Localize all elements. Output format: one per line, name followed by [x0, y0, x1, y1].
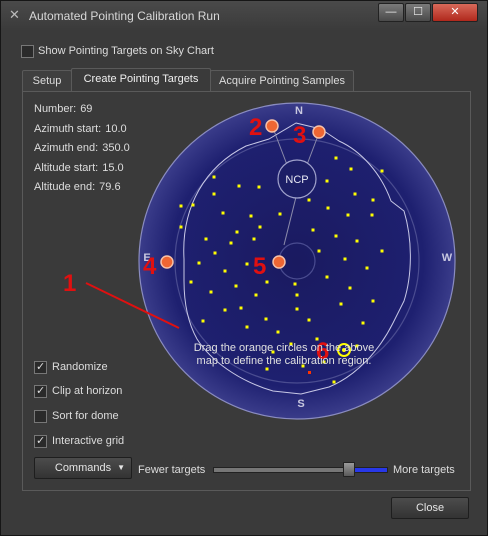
- target-point: [355, 239, 359, 243]
- target-point: [311, 228, 315, 232]
- target-point: [209, 290, 213, 294]
- calibration-window: ✕ Automated Pointing Calibration Run — ☐…: [0, 0, 488, 536]
- target-point: [265, 280, 269, 284]
- target-point: [197, 261, 201, 265]
- target-point: [179, 204, 183, 208]
- altitude-start-handle[interactable]: [160, 255, 174, 269]
- target-point: [346, 213, 350, 217]
- compass-north: N: [295, 105, 303, 117]
- target-point: [361, 321, 365, 325]
- target-point: [212, 175, 216, 179]
- compass-south: S: [297, 398, 304, 410]
- slider-handle[interactable]: [342, 462, 355, 477]
- target-point: [239, 306, 243, 310]
- compass-west: W: [442, 252, 453, 264]
- altitude-end-handle[interactable]: [272, 255, 286, 269]
- target-point: [307, 318, 311, 322]
- hint-text: Drag the orange circles on the above map…: [193, 342, 375, 367]
- commands-label: Commands: [54, 462, 112, 474]
- target-point: [235, 230, 239, 234]
- target-point: [349, 167, 353, 171]
- sort-for-dome-label[interactable]: Sort for dome: [52, 410, 119, 422]
- annotation-1: 1: [63, 270, 76, 297]
- target-point: [332, 380, 336, 384]
- target-point: [179, 225, 183, 229]
- target-point: [334, 234, 338, 238]
- target-point: [348, 286, 352, 290]
- randomize-label[interactable]: Randomize: [52, 361, 108, 373]
- target-point: [221, 211, 225, 215]
- target-point: [278, 212, 282, 216]
- checkmark-icon: ✓: [36, 435, 46, 447]
- more-targets-label: More targets: [393, 464, 455, 476]
- target-point: [245, 325, 249, 329]
- dropdown-arrow-icon: ▼: [117, 463, 125, 472]
- target-point: [371, 198, 375, 202]
- target-point: [257, 185, 261, 189]
- target-point: [380, 249, 384, 253]
- close-button[interactable]: Close: [391, 497, 469, 519]
- target-point: [325, 179, 329, 183]
- sky-disc: [139, 103, 455, 419]
- target-point: [258, 225, 262, 229]
- annotation-4: 4: [143, 253, 157, 280]
- fewer-targets-label: Fewer targets: [138, 464, 206, 476]
- target-point: [212, 192, 216, 196]
- target-density-slider[interactable]: [213, 467, 388, 473]
- target-point: [334, 156, 338, 160]
- target-point: [249, 214, 253, 218]
- annotation-3: 3: [293, 122, 306, 149]
- target-point: [234, 284, 238, 288]
- target-point: [325, 275, 329, 279]
- target-point: [245, 262, 249, 266]
- target-point: [254, 293, 258, 297]
- target-point: [229, 241, 233, 245]
- target-point: [223, 308, 227, 312]
- target-point: [326, 206, 330, 210]
- target-point: [371, 299, 375, 303]
- target-point: [213, 251, 217, 255]
- sky-map[interactable]: NCP N S E W 1 2 3 4 5 6: [1, 1, 487, 535]
- ncp-label: NCP: [285, 174, 308, 186]
- target-point: [264, 317, 268, 321]
- target-point: [339, 302, 343, 306]
- target-point: [201, 319, 205, 323]
- target-point: [295, 307, 299, 311]
- target-point: [365, 266, 369, 270]
- randomize-checkbox[interactable]: ✓: [34, 361, 47, 374]
- interactive-grid-label[interactable]: Interactive grid: [52, 435, 124, 447]
- target-point: [295, 293, 299, 297]
- target-point: [189, 280, 193, 284]
- target-point: [293, 282, 297, 286]
- interactive-grid-checkbox[interactable]: ✓: [34, 435, 47, 448]
- commands-button[interactable]: Commands ▼: [34, 457, 132, 479]
- target-point: [204, 237, 208, 241]
- target-point: [237, 184, 241, 188]
- annotation-5: 5: [253, 253, 266, 280]
- azimuth-end-handle[interactable]: [312, 125, 326, 139]
- sort-for-dome-checkbox[interactable]: [34, 410, 47, 423]
- annotation-2: 2: [249, 114, 262, 141]
- target-point: [307, 198, 311, 202]
- target-point: [191, 203, 195, 207]
- target-point: [252, 237, 256, 241]
- target-point: [370, 213, 374, 217]
- clip-at-horizon-checkbox[interactable]: ✓: [34, 385, 47, 398]
- target-point: [223, 269, 227, 273]
- slider-fill: [353, 468, 387, 472]
- target-point: [317, 249, 321, 253]
- clip-at-horizon-label[interactable]: Clip at horizon: [52, 385, 122, 397]
- checkmark-icon: ✓: [36, 361, 46, 373]
- target-point: [353, 192, 357, 196]
- completed-target-point: [308, 371, 311, 374]
- target-point: [380, 169, 384, 173]
- target-point: [276, 330, 280, 334]
- checkmark-icon: ✓: [36, 385, 46, 397]
- target-point: [343, 257, 347, 261]
- azimuth-start-handle[interactable]: [265, 119, 279, 133]
